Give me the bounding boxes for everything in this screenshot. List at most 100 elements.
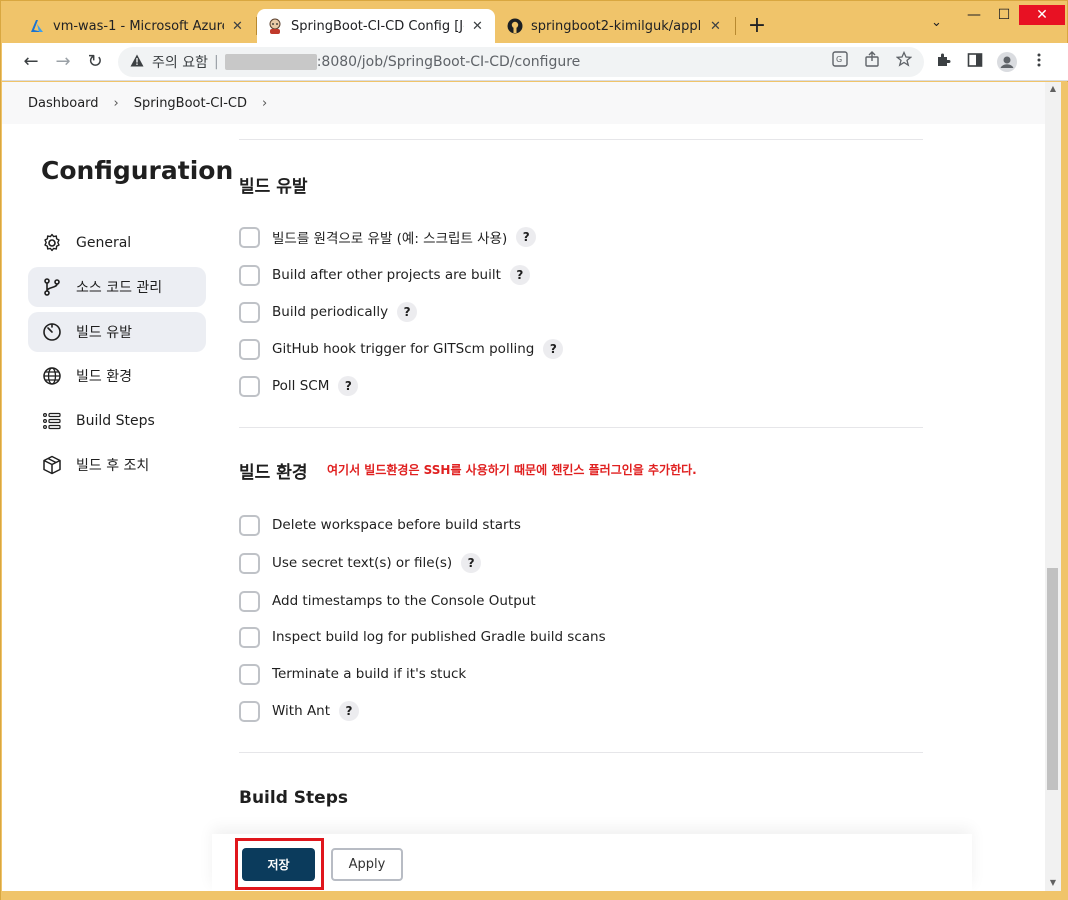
sidebar-item-build-triggers[interactable]: 빌드 유발: [28, 312, 206, 352]
breadcrumb-dashboard[interactable]: Dashboard: [28, 96, 99, 111]
translate-icon[interactable]: G: [830, 51, 850, 71]
forward-button[interactable]: →: [52, 51, 74, 73]
help-icon[interactable]: ?: [543, 339, 564, 359]
url-text[interactable]: :8080/job/SpringBoot-CI-CD/configure: [317, 54, 581, 70]
option-trigger-github-hook[interactable]: GitHub hook trigger for GITScm polling ?: [239, 337, 564, 361]
bookmark-star-icon[interactable]: [894, 50, 914, 71]
tab-github[interactable]: springboot2-kimilguk/application ✕: [497, 9, 733, 43]
checkbox[interactable]: [239, 301, 260, 323]
new-tab-button[interactable]: +: [745, 13, 769, 39]
tab-azure[interactable]: vm-was-1 - Microsoft Azure ✕: [19, 9, 255, 43]
gear-icon: [42, 233, 62, 253]
checkbox[interactable]: [239, 264, 260, 286]
scroll-down-icon[interactable]: ▼: [1045, 878, 1061, 887]
extensions-icon[interactable]: [933, 52, 953, 72]
option-label: Inspect build log for published Gradle b…: [272, 629, 606, 645]
help-icon[interactable]: ?: [516, 227, 537, 247]
close-tab-icon[interactable]: ✕: [708, 19, 723, 34]
help-icon[interactable]: ?: [509, 265, 530, 285]
option-trigger-periodically[interactable]: Build periodically ?: [239, 300, 418, 324]
breadcrumb-separator: ›: [113, 95, 119, 111]
share-icon[interactable]: [862, 51, 882, 71]
side-panel-icon[interactable]: [965, 52, 985, 72]
close-tab-icon[interactable]: ✕: [470, 19, 485, 34]
checkbox[interactable]: [239, 700, 260, 722]
sidebar-item-post-build[interactable]: 빌드 후 조치: [28, 445, 206, 485]
security-label[interactable]: 주의 요함: [152, 52, 208, 72]
option-trigger-poll-scm[interactable]: Poll SCM ?: [239, 374, 359, 398]
sidebar-item-label: 빌드 후 조치: [76, 458, 150, 474]
scroll-up-icon[interactable]: ▲: [1045, 84, 1061, 93]
sidebar-item-label: General: [76, 235, 132, 251]
option-label: Use secret text(s) or file(s): [272, 555, 453, 571]
section-divider: [239, 427, 923, 428]
jenkins-icon: [267, 18, 283, 34]
checkbox[interactable]: [239, 590, 260, 612]
checkbox[interactable]: [239, 552, 260, 574]
option-label: Poll SCM: [272, 378, 330, 394]
help-icon[interactable]: ?: [397, 302, 418, 322]
option-label: Add timestamps to the Console Output: [272, 593, 536, 609]
sidebar-item-scm[interactable]: 소스 코드 관리: [28, 267, 206, 307]
azure-icon: [29, 18, 45, 34]
section-divider: [239, 139, 923, 140]
option-label: Build periodically: [272, 304, 389, 320]
tab-jenkins[interactable]: SpringBoot-CI-CD Config [Jenkins] ✕: [257, 9, 495, 43]
sidebar-item-label: Build Steps: [76, 413, 155, 429]
option-env-gradle-scans[interactable]: Inspect build log for published Gradle b…: [239, 625, 606, 649]
bottom-action-bar: 저장 Apply: [212, 834, 972, 891]
checkbox[interactable]: [239, 226, 260, 248]
help-icon[interactable]: ?: [339, 701, 360, 721]
save-button[interactable]: 저장: [242, 848, 315, 881]
option-label: Delete workspace before build starts: [272, 517, 521, 533]
sidebar-item-build-environment[interactable]: 빌드 환경: [28, 356, 206, 396]
annotation-text: 여기서 빌드환경은 SSH를 사용하기 때문에 젠킨스 플러그인을 추가한다.: [327, 463, 697, 477]
option-env-terminate-stuck[interactable]: Terminate a build if it's stuck: [239, 662, 466, 686]
browser-menu-icon[interactable]: [1029, 52, 1049, 72]
sidebar-item-build-steps[interactable]: Build Steps: [28, 401, 206, 441]
sidebar-item-label: 소스 코드 관리: [76, 280, 163, 296]
tab-search-icon[interactable]: ⌄: [931, 15, 942, 30]
warning-icon[interactable]: [130, 54, 144, 71]
address-bar[interactable]: 주의 요함 | :8080/job/SpringBoot-CI-CD/confi…: [118, 47, 924, 77]
checkbox[interactable]: [239, 375, 260, 397]
help-icon[interactable]: ?: [338, 376, 359, 396]
checkbox[interactable]: [239, 514, 260, 536]
github-icon: [507, 18, 523, 34]
section-title-build-steps: Build Steps: [239, 788, 348, 808]
window-border: [1061, 82, 1068, 900]
globe-icon: [42, 366, 62, 386]
help-icon[interactable]: ?: [461, 553, 482, 573]
address-separator: |: [213, 54, 219, 70]
option-env-delete-workspace[interactable]: Delete workspace before build starts: [239, 513, 521, 537]
svg-text:G: G: [836, 55, 842, 64]
option-trigger-after-other[interactable]: Build after other projects are built ?: [239, 263, 530, 287]
sidebar-item-general[interactable]: General: [28, 223, 206, 263]
checkbox[interactable]: [239, 338, 260, 360]
breadcrumb-dropdown-icon[interactable]: ›: [262, 96, 267, 111]
profile-avatar-icon[interactable]: [997, 52, 1017, 72]
tab-title: SpringBoot-CI-CD Config [Jenkins]: [291, 18, 464, 34]
tab-separator: [735, 17, 736, 35]
window-close-button[interactable]: ✕: [1019, 5, 1065, 25]
apply-button[interactable]: Apply: [331, 848, 403, 881]
section-title-build-environment: 빌드 환경: [239, 463, 308, 483]
option-env-secret-text[interactable]: Use secret text(s) or file(s) ?: [239, 551, 482, 575]
option-label: Build after other projects are built: [272, 267, 501, 283]
close-tab-icon[interactable]: ✕: [230, 19, 245, 34]
back-button[interactable]: ←: [20, 51, 42, 73]
page-scrollbar[interactable]: ▲ ▼: [1045, 82, 1061, 891]
option-trigger-remote[interactable]: 빌드를 원격으로 유발 (예: 스크립트 사용) ?: [239, 225, 537, 249]
scrollbar-thumb[interactable]: [1047, 568, 1058, 790]
option-env-timestamps[interactable]: Add timestamps to the Console Output: [239, 589, 536, 613]
checkbox[interactable]: [239, 626, 260, 648]
breadcrumb-job[interactable]: SpringBoot-CI-CD: [134, 96, 247, 111]
package-icon: [42, 455, 62, 475]
checkbox[interactable]: [239, 663, 260, 685]
reload-button[interactable]: ↻: [84, 51, 106, 73]
option-label: GitHub hook trigger for GITScm polling: [272, 341, 535, 357]
page-title: Configuration: [41, 156, 234, 185]
timer-icon: [42, 322, 62, 342]
option-env-with-ant[interactable]: With Ant ?: [239, 699, 360, 723]
tab-title: springboot2-kimilguk/application: [531, 18, 702, 34]
